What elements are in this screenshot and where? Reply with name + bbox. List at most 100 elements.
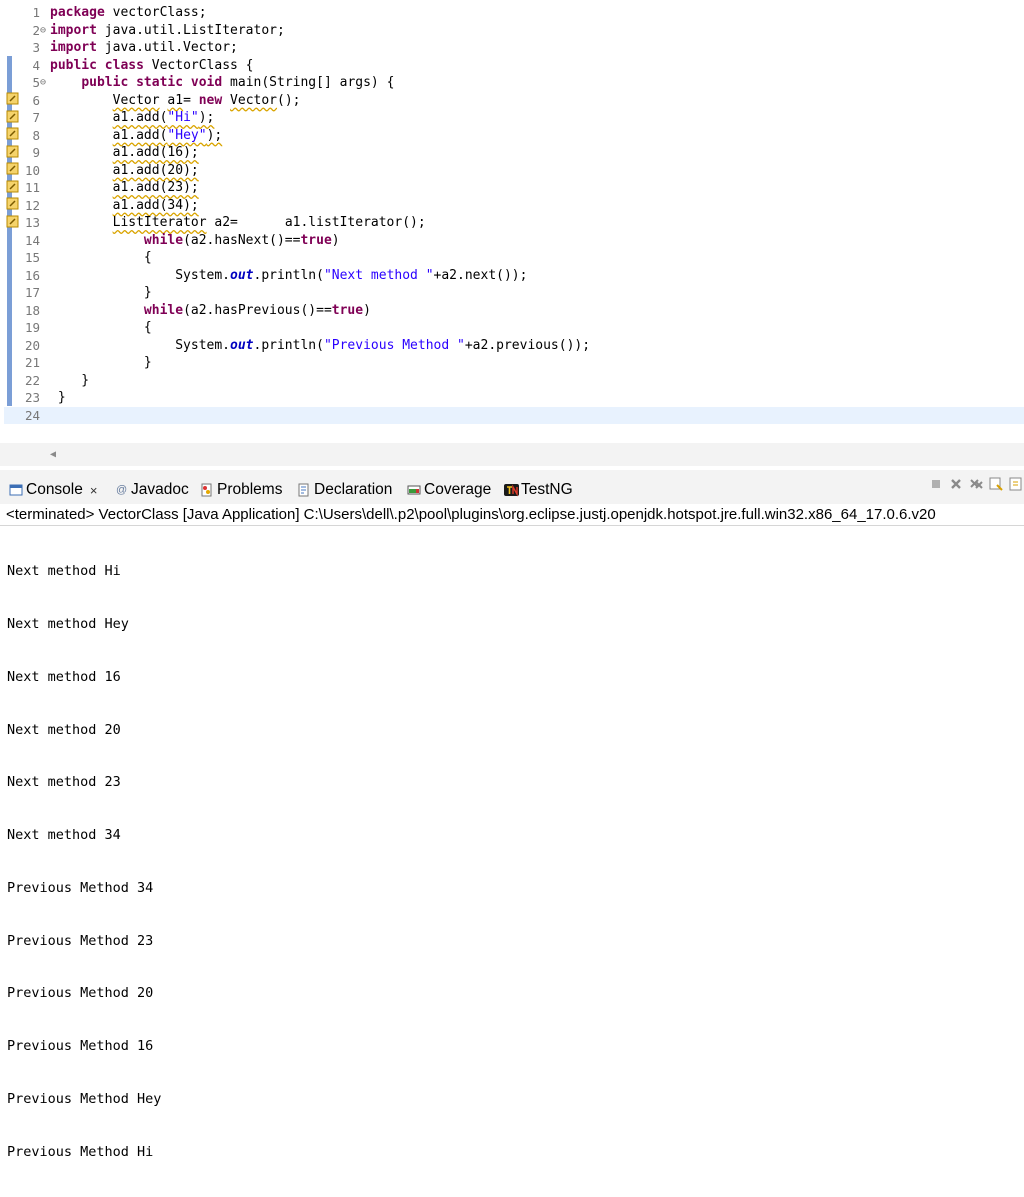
console-output[interactable]: Next method Hi Next method Hey Next meth… — [7, 528, 161, 1197]
code-line: 14 while(a2.hasNext()==true) — [4, 232, 1024, 250]
code-text: { — [50, 250, 152, 265]
close-icon[interactable]: × — [90, 483, 98, 498]
code-line: 7 a1.add("Hi"); — [4, 109, 1024, 127]
line-number: 23 — [24, 390, 40, 405]
keyword: true — [331, 302, 364, 318]
remove-launch-icon[interactable] — [948, 476, 964, 492]
clear-console-icon[interactable] — [988, 476, 1004, 492]
code-text: +a2.next()); — [433, 267, 528, 283]
code-line: 18 while(a2.hasPrevious()==true) — [4, 302, 1024, 320]
tab-label: Problems — [217, 481, 283, 498]
line-number: 8 — [32, 127, 40, 143]
line-number: 4 — [32, 57, 40, 73]
view-tab-bar: Console × @ Javadoc Problems Declaration… — [0, 470, 1024, 504]
code-text: a1.add(16); — [112, 145, 199, 160]
scroll-left-icon[interactable]: ◀ — [50, 449, 56, 460]
string-literal: "Hi" — [167, 110, 199, 125]
output-line: Next method 23 — [7, 774, 121, 791]
console-toolbar — [928, 476, 1024, 492]
tab-label: Console — [26, 481, 83, 498]
keyword: class — [104, 57, 144, 73]
remove-all-launches-icon[interactable] — [968, 476, 984, 492]
tab-label: Declaration — [314, 481, 393, 498]
output-line: Next method 34 — [7, 827, 121, 844]
code-text: } — [50, 390, 66, 405]
tab-problems[interactable]: Problems — [200, 480, 282, 500]
code-text: Vector — [112, 92, 160, 108]
static-field: out — [230, 267, 254, 283]
fold-toggle-icon[interactable]: ⊖ — [40, 74, 46, 92]
javadoc-icon: @ — [116, 484, 128, 496]
current-code-line[interactable]: 24 — [4, 406, 1024, 424]
editor-text-area[interactable]: 1 package vectorClass; 2 ⊖ import java.u… — [0, 0, 1024, 443]
coverage-icon — [407, 483, 421, 497]
line-number: 20 — [24, 337, 40, 353]
scroll-lock-icon[interactable] — [1008, 476, 1024, 492]
line-number: 3 — [32, 40, 40, 55]
tab-coverage[interactable]: Coverage — [407, 480, 491, 500]
console-icon — [9, 483, 23, 497]
keyword: static — [136, 75, 184, 90]
line-number: 19 — [24, 320, 40, 335]
tab-javadoc[interactable]: @ Javadoc — [116, 480, 189, 500]
fold-toggle-icon[interactable]: ⊖ — [40, 22, 46, 40]
code-line: 21 } — [4, 354, 1024, 372]
tab-label: Javadoc — [131, 481, 189, 498]
line-number: 1 — [32, 5, 40, 20]
horizontal-scrollbar[interactable]: ◀ — [44, 446, 1024, 464]
code-line: 13 ListIterator a2= a1.listIterator(); — [4, 214, 1024, 232]
code-text: a1.add(20); — [112, 162, 199, 178]
code-text: } — [50, 372, 90, 388]
line-number: 18 — [24, 302, 40, 318]
tab-testng[interactable]: TestNG — [504, 480, 573, 500]
code-text: } — [50, 355, 152, 370]
tab-label: TestNG — [521, 481, 573, 498]
output-line: Previous Method 20 — [7, 985, 154, 1002]
testng-icon — [504, 483, 519, 497]
code-text: a1 — [167, 92, 184, 108]
code-text: a1.add(34); — [112, 197, 199, 213]
terminate-icon[interactable] — [928, 476, 944, 492]
code-text: ) — [363, 302, 371, 318]
code-text: java.util.ListIterator; — [96, 22, 285, 38]
code-text: .println( — [253, 337, 324, 353]
code-text: ) — [331, 232, 340, 248]
code-line: 1 package vectorClass; — [4, 4, 1024, 22]
code-line: 19 { — [4, 319, 1024, 337]
line-number: 12 — [24, 197, 40, 213]
code-text: { — [50, 320, 152, 335]
line-number: 24 — [24, 407, 40, 423]
code-text: ); — [206, 127, 223, 143]
declaration-icon — [297, 483, 311, 497]
code-text: a1.add( — [112, 127, 168, 143]
tab-declaration[interactable]: Declaration — [297, 480, 392, 500]
string-literal: "Next method " — [323, 267, 434, 283]
code-text: (a2.hasNext()== — [183, 232, 301, 248]
code-line: 10 a1.add(20); — [4, 162, 1024, 180]
tab-console[interactable]: Console × — [9, 480, 97, 500]
line-number: 7 — [32, 110, 40, 125]
code-line: 15 { — [4, 249, 1024, 267]
static-field: out — [230, 337, 254, 353]
code-text: } — [50, 285, 152, 300]
string-literal: "Previous Method " — [323, 337, 465, 353]
console-view[interactable]: Console × @ Javadoc Problems Declaration… — [0, 470, 1024, 1160]
keyword: import — [50, 40, 97, 55]
output-line: Next method 16 — [7, 668, 121, 685]
code-editor[interactable]: 1 package vectorClass; 2 ⊖ import java.u… — [0, 0, 1024, 466]
line-number: 15 — [24, 250, 40, 265]
code-line: 12 a1.add(34); — [4, 197, 1024, 215]
code-line: 20 System.out.println("Previous Method "… — [4, 337, 1024, 355]
code-text: System. — [50, 337, 231, 353]
code-text: a1.add( — [112, 110, 168, 125]
